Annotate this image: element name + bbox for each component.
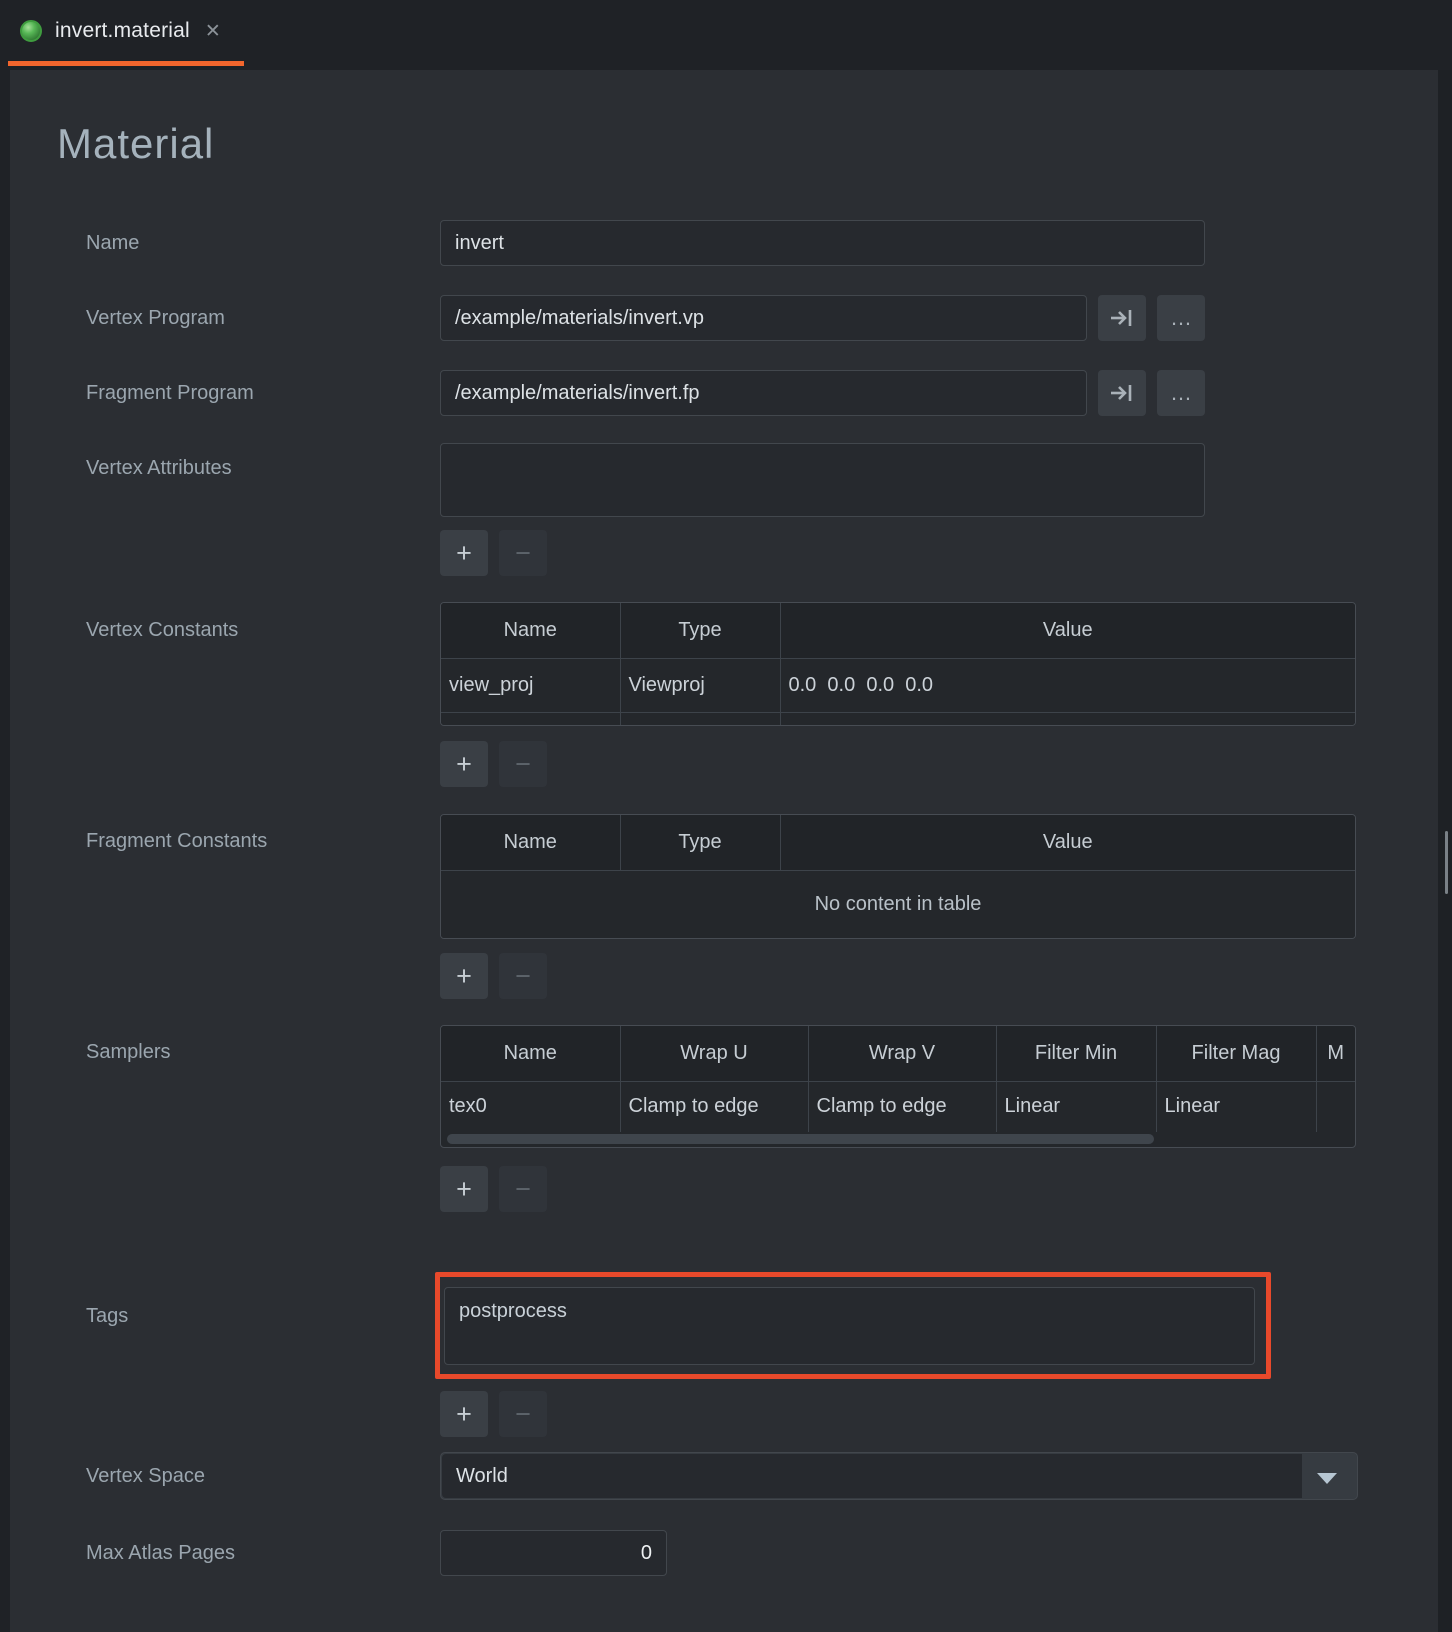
remove-sampler-button[interactable]: − bbox=[499, 1166, 547, 1212]
max-atlas-pages-input[interactable]: 0 bbox=[440, 1530, 667, 1576]
tags-label: Tags bbox=[86, 1303, 128, 1329]
cell-value[interactable]: 0.0 0.0 0.0 0.0 bbox=[780, 658, 1355, 712]
column-header-value: Value bbox=[780, 603, 1355, 658]
add-fragment-constant-button[interactable]: + bbox=[440, 953, 488, 999]
vertex-program-input[interactable]: /example/materials/invert.vp bbox=[440, 295, 1087, 341]
column-header-name: Name bbox=[441, 603, 620, 658]
tags-input[interactable]: postprocess bbox=[444, 1287, 1255, 1365]
vertex-space-label: Vertex Space bbox=[86, 1463, 205, 1489]
column-header-name: Name bbox=[441, 1026, 620, 1081]
vertex-space-value: World bbox=[442, 1454, 1302, 1498]
column-header-wrap-v: Wrap V bbox=[808, 1026, 996, 1081]
column-header-value: Value bbox=[780, 815, 1355, 870]
tab-bar: invert.material ✕ bbox=[0, 0, 1452, 70]
column-header-type: Type bbox=[620, 603, 780, 658]
vertex-space-dropdown[interactable]: World bbox=[440, 1452, 1358, 1500]
cell-wrap-u[interactable]: Clamp to edge bbox=[620, 1081, 808, 1132]
add-sampler-button[interactable]: + bbox=[440, 1166, 488, 1212]
chevron-down-icon bbox=[1317, 1473, 1337, 1484]
empty-table-message: No content in table bbox=[441, 870, 1355, 938]
fragment-constants-label: Fragment Constants bbox=[86, 828, 267, 854]
arrow-to-bar-icon bbox=[1109, 306, 1135, 330]
name-input[interactable]: invert bbox=[440, 220, 1205, 266]
open-resource-button[interactable] bbox=[1098, 370, 1146, 416]
vertex-program-label: Vertex Program bbox=[86, 305, 225, 331]
add-tag-button[interactable]: + bbox=[440, 1391, 488, 1437]
tab-invert-material[interactable]: invert.material ✕ bbox=[8, 0, 244, 62]
fragment-constants-table: Name Type Value No content in table bbox=[440, 814, 1356, 939]
vertex-attributes-list[interactable] bbox=[440, 443, 1205, 517]
cell-filter-mag[interactable]: Linear bbox=[1156, 1081, 1316, 1132]
column-header-type: Type bbox=[620, 815, 780, 870]
arrow-to-bar-icon bbox=[1109, 381, 1135, 405]
table-row[interactable]: view_proj Viewproj 0.0 0.0 0.0 0.0 bbox=[441, 658, 1355, 712]
material-resource-icon bbox=[20, 20, 42, 42]
horizontal-scrollbar-thumb[interactable] bbox=[447, 1134, 1154, 1144]
vertex-constants-table: Name Type Value view_proj Viewproj 0.0 0… bbox=[440, 602, 1356, 726]
close-icon[interactable]: ✕ bbox=[205, 22, 221, 41]
open-resource-button[interactable] bbox=[1098, 295, 1146, 341]
column-header-wrap-u: Wrap U bbox=[620, 1026, 808, 1081]
tab-title: invert.material bbox=[55, 19, 190, 43]
remove-tag-button[interactable]: − bbox=[499, 1391, 547, 1437]
column-header-clipped: M bbox=[1316, 1026, 1355, 1081]
max-atlas-pages-label: Max Atlas Pages bbox=[86, 1540, 235, 1566]
cell-type[interactable]: Viewproj bbox=[620, 658, 780, 712]
table-row[interactable]: tex0 Clamp to edge Clamp to edge Linear … bbox=[441, 1081, 1355, 1132]
vertex-attributes-label: Vertex Attributes bbox=[86, 455, 232, 481]
cell-name[interactable]: tex0 bbox=[441, 1081, 620, 1132]
vertex-constants-label: Vertex Constants bbox=[86, 617, 238, 643]
fragment-program-input[interactable]: /example/materials/invert.fp bbox=[440, 370, 1087, 416]
vertical-scrollbar-thumb[interactable] bbox=[1445, 831, 1448, 894]
samplers-label: Samplers bbox=[86, 1039, 170, 1065]
add-vertex-constant-button[interactable]: + bbox=[440, 741, 488, 787]
browse-button[interactable]: … bbox=[1157, 370, 1205, 416]
table-filler-row bbox=[441, 712, 1355, 725]
empty-table-row: No content in table bbox=[441, 870, 1355, 938]
active-tab-indicator bbox=[8, 61, 244, 66]
material-editor-window: invert.material ✕ Material Name invert V… bbox=[0, 0, 1452, 1632]
cell-clipped[interactable] bbox=[1316, 1081, 1355, 1132]
samplers-table: Name Wrap U Wrap V Filter Min Filter Mag… bbox=[440, 1025, 1356, 1148]
remove-vertex-constant-button[interactable]: − bbox=[499, 741, 547, 787]
column-header-filter-mag: Filter Mag bbox=[1156, 1026, 1316, 1081]
name-label: Name bbox=[86, 230, 139, 256]
cell-filter-min[interactable]: Linear bbox=[996, 1081, 1156, 1132]
fragment-program-label: Fragment Program bbox=[86, 380, 254, 406]
column-header-filter-min: Filter Min bbox=[996, 1026, 1156, 1081]
remove-vertex-attribute-button[interactable]: − bbox=[499, 530, 547, 576]
cell-name[interactable]: view_proj bbox=[441, 658, 620, 712]
remove-fragment-constant-button[interactable]: − bbox=[499, 953, 547, 999]
page-title: Material bbox=[57, 120, 214, 168]
column-header-name: Name bbox=[441, 815, 620, 870]
cell-wrap-v[interactable]: Clamp to edge bbox=[808, 1081, 996, 1132]
add-vertex-attribute-button[interactable]: + bbox=[440, 530, 488, 576]
browse-button[interactable]: … bbox=[1157, 295, 1205, 341]
